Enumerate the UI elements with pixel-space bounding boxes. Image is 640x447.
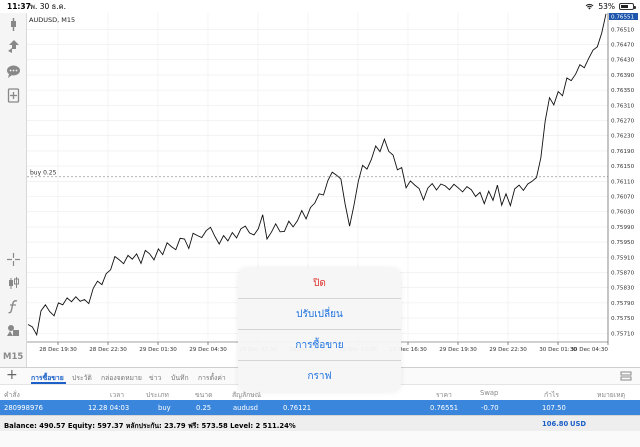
price-tick-label: 0.76230 (611, 134, 635, 140)
price-tick-label: 0.76270 (611, 119, 635, 125)
function-icon[interactable] (5, 298, 22, 315)
battery-percent: 53% (598, 2, 615, 11)
order-open-price: 0.76121 (283, 404, 312, 412)
balance-bar: Balance: 490.57 Equity: 597.37 หลักประกั… (0, 415, 640, 431)
order-id: 280998976 (4, 404, 43, 412)
price-tick-label: 0.76190 (611, 149, 635, 155)
tab-mailbox[interactable]: กล่องจดหมาย (101, 372, 142, 383)
symbol-label: AUDUSD, M15 (29, 16, 75, 24)
order-symbol: audusd (233, 404, 258, 412)
time-tick-label: 29 Dec 04:30 (189, 347, 227, 353)
col-type: ประเภท (146, 391, 169, 399)
context-menu: ปิด ปรับเปลี่ยน การซื้อขาย กราฟ (238, 268, 401, 392)
price-tick-label: 0.76390 (611, 73, 635, 79)
price-tick-label: 0.76150 (611, 164, 635, 170)
timeframe-label[interactable]: M15 (3, 352, 23, 362)
col-swap: Swap (480, 389, 499, 397)
price-tick-label: 0.76430 (611, 58, 635, 64)
status-bar: 11:37 พ. 30 ธ.ค. 53% (0, 0, 640, 13)
price-tick-label: 0.75710 (611, 331, 635, 337)
candlestick-icon[interactable] (5, 275, 22, 292)
price-tick-label: 0.76510 (611, 27, 635, 33)
price-tick-label: 0.75750 (611, 316, 635, 322)
status-right: 53% (585, 0, 636, 13)
col-profit: กำไร (544, 391, 560, 399)
account-currency: USD (570, 420, 587, 428)
time-tick-label: 29 Dec 01:30 (139, 347, 177, 353)
total-profit: 106.80 (542, 420, 569, 428)
col-comment: หมายเหตุ (597, 391, 625, 399)
arrow-up-down-icon[interactable] (5, 38, 22, 55)
buy-level-label: buy 0.25 (30, 170, 57, 177)
bottom-strip (0, 431, 640, 447)
indicators-icon[interactable] (5, 16, 22, 33)
price-tick-label: 0.75910 (611, 255, 635, 261)
wifi-icon (585, 3, 594, 10)
col-price: ราคา (436, 391, 452, 399)
menu-trade-button[interactable]: การซื้อขาย (238, 330, 401, 361)
objects-icon[interactable] (5, 322, 22, 339)
table-row[interactable]: 280998976 12.28 04:03 buy 0.25 audusd 0.… (0, 400, 640, 415)
time-tick-label: 28 Dec 22:30 (89, 347, 127, 353)
expand-panel-icon[interactable] (620, 370, 632, 382)
order-size: 0.25 (196, 404, 212, 412)
price-tick-label: 0.76070 (611, 194, 635, 200)
balance-text: Balance: 490.57 Equity: 597.37 หลักประกั… (4, 422, 296, 430)
status-date: พ. 30 ธ.ค. (30, 2, 67, 11)
price-tick-label: 0.75950 (611, 240, 635, 246)
price-tick-label: 0.76110 (611, 179, 635, 185)
price-tick-label: 0.75870 (611, 270, 635, 276)
price-tick-label: 0.76310 (611, 103, 635, 109)
order-type: buy (158, 404, 171, 412)
time-tick-label: 29 Dec 19:30 (439, 347, 477, 353)
add-icon[interactable]: + (6, 368, 18, 383)
chat-icon[interactable] (5, 63, 22, 80)
current-price-label: 0.76551 (611, 15, 635, 21)
time-tick-label: 28 Dec 19:30 (39, 347, 77, 353)
order-profit: 107.50 (542, 404, 566, 412)
price-tick-label: 0.76030 (611, 210, 635, 216)
price-tick-label: 0.76350 (611, 88, 635, 94)
menu-close-button[interactable]: ปิด (238, 268, 401, 299)
battery-icon (619, 3, 636, 10)
order-current-price: 0.76551 (430, 404, 459, 412)
time-tick-label: 29 Dec 22:30 (489, 347, 527, 353)
tab-history[interactable]: ประวัติ (72, 372, 92, 383)
tab-journal[interactable]: บันทึก (171, 372, 189, 383)
order-time: 12.28 04:03 (88, 404, 130, 412)
crosshair-icon[interactable] (5, 251, 22, 268)
price-axis: 0.75710 0.75750 0.75790 0.75830 0.75870 0.759… (611, 27, 635, 337)
order-swap: -0.70 (481, 404, 499, 412)
status-time: 11:37 (7, 2, 31, 11)
add-note-icon[interactable] (5, 87, 22, 104)
time-tick-label: 30 Dec 04:30 (570, 347, 608, 353)
col-size: ขนาด (195, 391, 213, 399)
price-tick-label: 0.75990 (611, 225, 635, 231)
col-order: คำสั่ง (4, 391, 20, 399)
price-tick-label: 0.75790 (611, 301, 635, 307)
col-time: เวลา (110, 391, 125, 399)
price-tick-label: 0.75830 (611, 286, 635, 292)
menu-chart-button[interactable]: กราฟ (238, 361, 401, 392)
menu-modify-button[interactable]: ปรับเปลี่ยน (238, 299, 401, 330)
tab-settings[interactable]: การตั้งค่า (198, 372, 226, 383)
left-toolbar: M15 (0, 13, 27, 367)
tab-news[interactable]: ข่าว (149, 372, 161, 383)
price-tick-label: 0.76470 (611, 43, 635, 49)
